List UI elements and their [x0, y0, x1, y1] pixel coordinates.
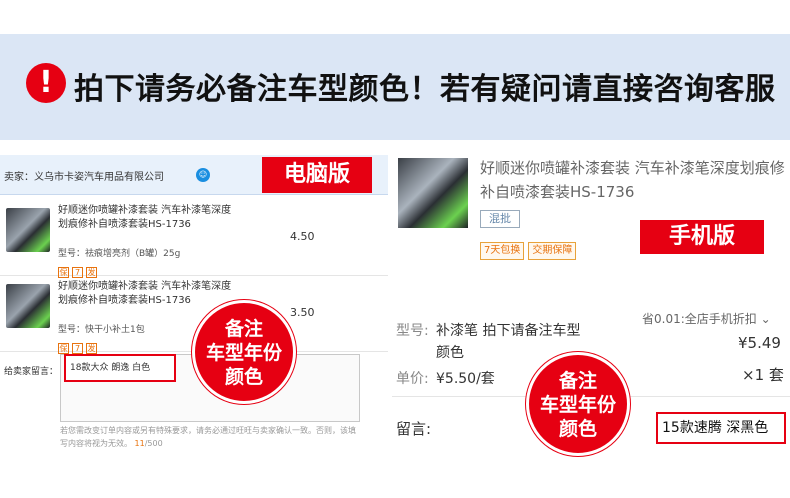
- chevron-down-icon: ⌄: [760, 312, 771, 326]
- hint-text: 若您需改变订单内容或另有特殊要求，请务必通过旺旺与卖家确认一致。否则，该填写内容…: [60, 426, 356, 448]
- message-label: 留言:: [396, 420, 432, 438]
- exchange-badge: 7天包换: [480, 242, 525, 260]
- item-price: ¥5.49: [738, 334, 781, 352]
- callout-line-1: 备注: [558, 370, 597, 392]
- product-thumbnail[interactable]: [6, 208, 50, 252]
- return-icon: 7: [72, 343, 83, 354]
- product-thumbnail[interactable]: [6, 284, 50, 328]
- callout-line-2: 车型年份: [205, 342, 282, 364]
- delivery-badge: 交期保障: [528, 242, 577, 260]
- quantity: ×1 套: [742, 366, 784, 384]
- char-max: /500: [144, 439, 163, 448]
- message-input[interactable]: 15款速腾 深黑色: [656, 412, 786, 444]
- service-badges: 保7发: [58, 336, 100, 355]
- unit-price-value: ¥5.50/套: [436, 371, 495, 387]
- pc-order-panel: 卖家：义乌市卡姿汽车用品有限公司 ☺ 电脑版 好顺迷你喷罐补漆套装 汽车补漆笔深…: [0, 152, 388, 450]
- message-value[interactable]: 18款大众 朗逸 白色: [64, 354, 176, 382]
- batch-badge: 混批: [480, 210, 520, 228]
- message-label: 给卖家留言：: [4, 367, 59, 377]
- warning-icon: !: [26, 63, 66, 103]
- product-price: 4.50: [290, 230, 315, 243]
- callout-line-1: 备注: [224, 318, 263, 340]
- pc-version-tag: 电脑版: [262, 157, 372, 193]
- sku-label: 型号:: [396, 323, 429, 339]
- service-badges: 7天包换 交期保障: [480, 238, 580, 260]
- unit-price-label: 单价:: [396, 371, 429, 387]
- product-title[interactable]: 好顺迷你喷罐补漆套装 汽车补漆笔深度划痕修补自喷漆套装HS-1736: [480, 156, 786, 204]
- message-hint: 若您需改变订单内容或另有特殊要求，请务必通过旺旺与卖家确认一致。否则，该填写内容…: [60, 424, 360, 450]
- shipping-icon: 发: [86, 343, 97, 354]
- discount-label: 省0.01:全店手机折扣: [642, 312, 757, 326]
- product-thumbnail[interactable]: [398, 158, 468, 228]
- note-callout-pc: 备注 车型年份 颜色: [192, 300, 296, 404]
- chat-icon[interactable]: ☺: [196, 168, 210, 182]
- product-sku: 型号：祛痕增亮剂（B罐）25g: [58, 249, 181, 259]
- guarantee-icon: 保: [58, 343, 69, 354]
- discount-text[interactable]: 省0.01:全店手机折扣 ⌄: [642, 310, 771, 327]
- mobile-version-tag: 手机版: [640, 220, 764, 254]
- char-count: 11: [134, 439, 145, 448]
- list-item: 好顺迷你喷罐补漆套装 汽车补漆笔深度划痕修补自喷漆套装HS-1736 型号：祛痕…: [0, 200, 388, 278]
- product-price: 3.50: [290, 306, 315, 319]
- note-callout-mobile: 备注 车型年份 颜色: [526, 352, 630, 456]
- seller-name[interactable]: 卖家：义乌市卡姿汽车用品有限公司: [4, 168, 164, 183]
- product-title[interactable]: 好顺迷你喷罐补漆套装 汽车补漆笔深度划痕修补自喷漆套装HS-1736: [58, 204, 238, 232]
- callout-line-2: 车型年份: [539, 394, 616, 416]
- product-title[interactable]: 好顺迷你喷罐补漆套装 汽车补漆笔深度划痕修补自喷漆套装HS-1736: [58, 280, 238, 308]
- callout-line-3: 颜色: [558, 418, 597, 440]
- callout-line-3: 颜色: [224, 366, 263, 388]
- banner-text: 拍下请务必备注车型颜色！若有疑问请直接咨询客服: [74, 72, 776, 107]
- product-sku: 型号：快干小补土1包: [58, 325, 145, 335]
